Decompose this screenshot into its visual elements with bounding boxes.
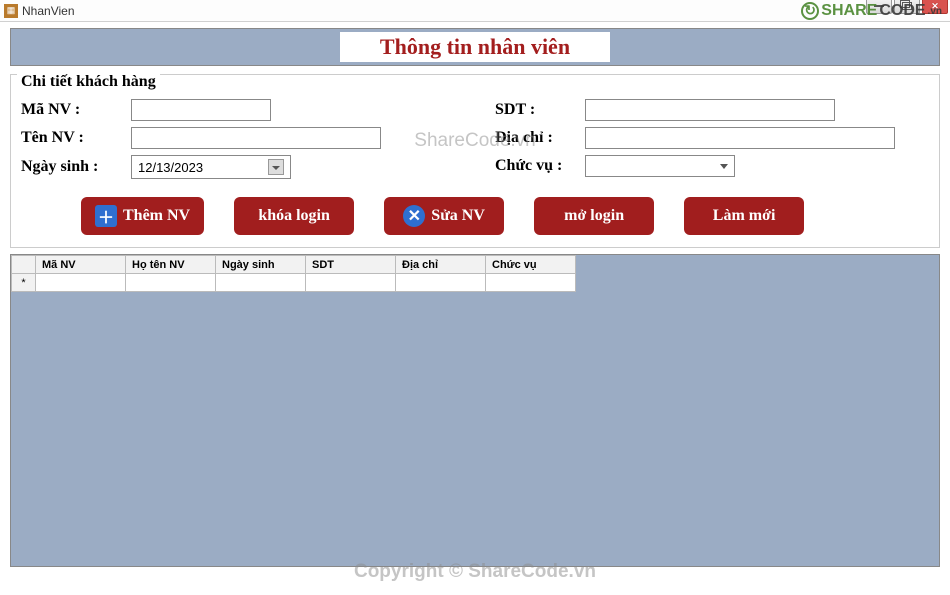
grid-new-row[interactable]: * [12,274,576,292]
new-row-marker: * [12,274,36,292]
them-nv-button[interactable]: ＋ Thêm NV [81,197,204,235]
recycle-icon [801,2,819,20]
col-ngay-sinh[interactable]: Ngày sinh [216,256,306,274]
input-ten-nv[interactable] [131,127,381,149]
input-ma-nv[interactable] [131,99,271,121]
label-sdt: SDT : [495,101,585,119]
sua-nv-button[interactable]: ✕ Sửa NV [384,197,504,235]
label-ma-nv: Mã NV : [21,101,131,119]
col-sdt[interactable]: SDT [306,256,396,274]
col-ho-ten-nv[interactable]: Họ tên NV [126,256,216,274]
input-dia-chi[interactable] [585,127,895,149]
app-icon: ▦ [4,4,18,18]
mo-login-button[interactable]: mở login [534,197,654,235]
label-chuc-vu: Chức vụ : [495,157,585,175]
grid-corner [12,256,36,274]
select-chuc-vu[interactable] [585,155,735,177]
khoa-login-button[interactable]: khóa login [234,197,354,235]
label-ngay-sinh: Ngày sinh : [21,158,131,176]
grid-header-row: Mã NV Họ tên NV Ngày sinh SDT Địa chỉ Ch… [12,256,576,274]
groupbox-legend: Chi tiết khách hàng [17,73,160,91]
sharecode-logo: SHARECODE.vn [801,2,942,20]
button-row: ＋ Thêm NV khóa login ✕ Sửa NV mở login L… [81,197,929,235]
data-grid-wrap: Mã NV Họ tên NV Ngày sinh SDT Địa chỉ Ch… [10,254,940,567]
data-grid[interactable]: Mã NV Họ tên NV Ngày sinh SDT Địa chỉ Ch… [11,255,576,292]
details-groupbox: Chi tiết khách hàng Mã NV : Tên NV : Ngà… [10,74,940,248]
lam-moi-button[interactable]: Làm mới [684,197,804,235]
calendar-icon[interactable] [268,159,284,175]
col-chuc-vu[interactable]: Chức vụ [486,256,576,274]
plus-icon: ＋ [95,205,117,227]
tools-icon: ✕ [403,205,425,227]
banner-wrap: Thông tin nhân viên [0,22,950,72]
input-sdt[interactable] [585,99,835,121]
banner: Thông tin nhân viên [10,28,940,66]
col-dia-chi[interactable]: Địa chỉ [396,256,486,274]
date-ngay-sinh[interactable]: 12/13/2023 [131,155,291,179]
label-dia-chi: Địa chỉ : [495,129,585,147]
window-title: NhanVien [22,4,75,18]
label-ten-nv: Tên NV : [21,129,131,147]
date-value: 12/13/2023 [138,160,203,175]
col-ma-nv[interactable]: Mã NV [36,256,126,274]
page-title: Thông tin nhân viên [340,32,610,62]
